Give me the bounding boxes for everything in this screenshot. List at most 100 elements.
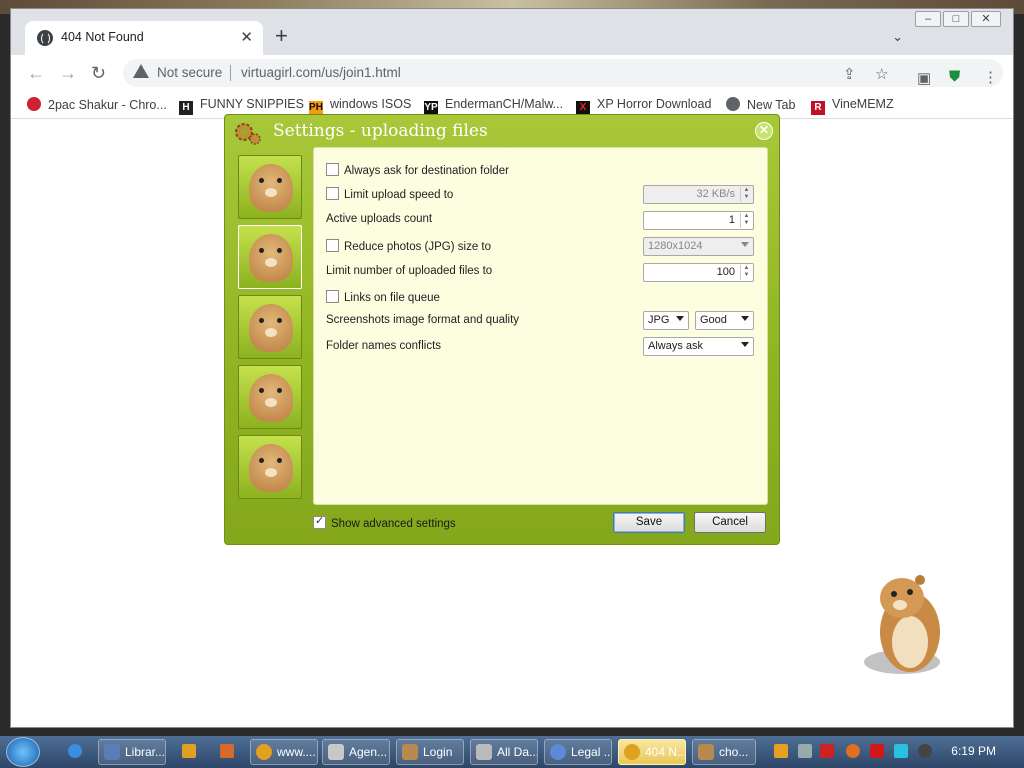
hamster-headphones-icon [249,374,293,422]
maximize-icon[interactable]: □ [943,11,969,27]
category-uploading-button[interactable] [238,225,302,289]
category-tools-button[interactable] [238,295,302,359]
bookmark-item[interactable]: 2pac Shakur - Chro... [27,97,167,112]
category-general-button[interactable] [238,155,302,219]
limit-files-spinner[interactable]: 100 ▲ ▼ [643,263,754,282]
menu-kebab-icon[interactable]: ⋮ [983,68,998,86]
image-format-select[interactable]: JPG [643,311,689,330]
YP-icon: YP [424,101,438,115]
limit-speed-option[interactable]: Limit upload speed to [326,187,453,201]
taskbar-item[interactable]: www.... [250,739,318,765]
start-orb-icon[interactable] [6,737,40,767]
close-window-icon[interactable]: ✕ [971,11,1001,27]
tab-404-not-found[interactable]: 404 Not Found ✕ [25,21,263,55]
settings-panel: Always ask for destination folder Limit … [313,147,768,505]
upload-speed-spinner[interactable]: 32 KB/s ▲ ▼ [643,185,754,204]
star-icon[interactable]: ☆ [875,65,888,83]
PH-icon: PH [309,101,323,115]
links-on-queue-option[interactable]: Links on file queue [326,290,440,304]
show-advanced-option[interactable]: Show advanced settings [313,514,456,530]
tray-icon[interactable] [798,744,812,758]
save-button[interactable]: Save [613,512,685,533]
active-uploads-label: Active uploads count [326,213,433,225]
bookmark-icon [27,97,41,111]
R-icon: R [811,101,825,115]
bookmark-item[interactable]: R VineMEMZ [811,97,894,115]
shield-extension-icon[interactable]: ⛊ [949,68,960,85]
back-arrow-icon[interactable]: ← [27,63,45,84]
close-tab-icon[interactable]: ✕ [240,28,253,46]
paint-icon[interactable] [220,744,234,758]
hamster-download-icon [249,444,293,492]
image-quality-select[interactable]: Good [695,311,754,330]
tab-title: 404 Not Found [61,30,144,44]
window-icon [328,744,344,760]
photo-size-select[interactable]: 1280x1024 [643,237,754,256]
links-on-queue-checkbox[interactable] [326,290,339,303]
category-download-button[interactable] [238,435,302,499]
folder-conflicts-select[interactable]: Always ask [643,337,754,356]
gb-icon [550,744,566,760]
taskbar-item[interactable]: cho... [692,739,756,765]
tray-search-icon[interactable] [846,744,860,758]
always-ask-folder-option[interactable]: Always ask for destination folder [326,163,509,177]
taskbar-item-active[interactable]: 404 N... [618,739,686,765]
folder-icon [476,744,492,760]
always-ask-folder-checkbox[interactable] [326,163,339,176]
url-text[interactable]: virtuagirl.com/us/join1.html [241,65,401,80]
spinner-arrows-icon[interactable]: ▲ ▼ [740,213,752,228]
sidepanel-icon[interactable]: ▣ [917,69,931,87]
dropdown-arrow-icon [741,316,749,321]
hamster-mascot-icon[interactable] [862,570,952,680]
window-icon [104,744,120,760]
taskbar-item[interactable]: Librar... [98,739,166,765]
bookmark-item[interactable]: H FUNNY SNIPPIES [179,97,304,115]
tab-strip: 404 Not Found ✕ + ⌄ – □ ✕ [11,9,1013,55]
globe-icon [37,30,53,46]
spinner-arrows-icon[interactable]: ▲ ▼ [740,187,752,202]
bookmark-item[interactable]: PH windows ISOS [309,97,411,115]
category-sound-button[interactable] [238,365,302,429]
tray-monitor-icon[interactable] [894,744,908,758]
bookmark-item[interactable]: X XP Horror Download [576,97,711,115]
ie-icon[interactable] [68,744,82,758]
show-advanced-checkbox[interactable] [313,514,326,529]
bookmark-item[interactable]: YP EndermanCH/Malw... [424,97,563,115]
warning-icon [133,64,149,78]
spinner-arrows-icon[interactable]: ▲ ▼ [740,265,752,280]
taskbar-item[interactable]: Agen... [322,739,390,765]
address-bar[interactable]: Not secure virtuagirl.com/us/join1.html … [123,59,1003,87]
windows-taskbar: Librar... www.... Agen... Login All Da..… [0,736,1024,768]
tray-icon[interactable] [774,744,788,758]
reload-icon[interactable]: ↻ [91,63,106,84]
X-icon: X [576,101,590,115]
tray-v-icon[interactable] [820,744,834,758]
active-uploads-spinner[interactable]: 1 ▲ ▼ [643,211,754,230]
forward-arrow-icon[interactable]: → [59,63,77,84]
folder-conflicts-label: Folder names conflicts [326,340,442,352]
hamster-icon [698,744,714,760]
limit-speed-checkbox[interactable] [326,187,339,200]
tab-search-chevron-icon[interactable]: ⌄ [892,29,903,45]
tray-flag-icon[interactable] [870,744,884,758]
tray-speaker-icon[interactable] [918,744,932,758]
dropdown-arrow-icon [741,242,749,247]
reduce-photos-checkbox[interactable] [326,239,339,252]
cancel-button[interactable]: Cancel [694,512,766,533]
bookmark-item[interactable]: New Tab [726,97,795,112]
taskbar-item[interactable]: Login [396,739,464,765]
taskbar-item[interactable]: All Da... [470,739,538,765]
dialog-title: Settings - uploading files [273,121,488,141]
chrome-icon [256,744,272,760]
new-tab-icon[interactable]: + [275,25,288,47]
share-icon[interactable]: ⇪ [843,65,856,83]
media-player-icon[interactable] [182,744,196,758]
taskbar-item[interactable]: Legal ... [544,739,612,765]
address-divider [230,65,231,81]
clock[interactable]: 6:19 PM [951,744,996,758]
close-dialog-icon[interactable]: ✕ [755,122,773,140]
minimize-icon[interactable]: – [915,11,941,27]
hamster-tools-icon [249,304,293,352]
hamster-painter-icon [249,234,293,282]
reduce-photos-option[interactable]: Reduce photos (JPG) size to [326,239,491,253]
